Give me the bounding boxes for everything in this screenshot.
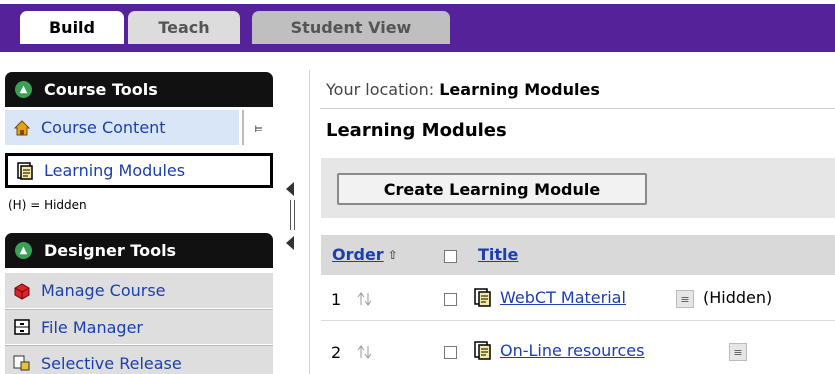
sidebar-item-learning-modules[interactable]: Learning Modules [5,153,273,188]
hidden-legend: (H) = Hidden [8,198,87,212]
sidebar-item-label: Learning Modules [44,161,186,180]
tab-teach[interactable]: Teach [128,11,240,44]
sidebar-item-label: File Manager [41,317,143,337]
breadcrumb-rule [320,108,835,109]
document-icon [16,161,34,180]
tab-student-view[interactable]: Student View [252,11,450,44]
cube-icon [13,282,31,300]
collapse-sidebar-arrow-icon[interactable] [286,182,294,196]
expand-course-content-button[interactable]: ⫢ [242,110,273,145]
sidebar-item-course-content[interactable]: Course Content [5,110,239,145]
order-header-label[interactable]: Order [332,245,384,264]
sidebar-item-label: Course Content [41,118,166,137]
learning-module-link[interactable]: WebCT Material [500,288,626,307]
sidebar-item-file-manager[interactable]: File Manager [5,309,273,344]
create-learning-module-button[interactable]: Create Learning Module [337,173,647,205]
top-white-strip [0,0,835,4]
title-column-header[interactable]: Title [478,245,518,264]
collapse-icon[interactable]: ▲ [15,242,32,259]
document-icon [474,288,492,312]
row-checkbox[interactable] [444,346,457,359]
page-title: Learning Modules [326,120,507,141]
designer-tools-header[interactable]: ▲ Designer Tools [5,233,273,268]
breadcrumb-current: Learning Modules [439,80,600,99]
row-checkbox[interactable] [444,293,457,306]
select-all-checkbox[interactable] [444,250,457,263]
tab-build[interactable]: Build [20,11,124,44]
course-tools-title: Course Tools [44,80,158,99]
course-tools-header[interactable]: ▲ Course Tools [5,72,273,107]
breadcrumb: Your location: Learning Modules [326,80,600,99]
sort-arrow-icon[interactable]: ⇧ [388,248,398,262]
file-manager-icon [13,318,31,336]
sidebar-resize-handle[interactable] [290,200,295,230]
row-status: (Hidden) [703,288,773,307]
designer-tools-title: Designer Tools [44,241,177,260]
row-order-number: 1 [331,290,342,309]
learning-module-link[interactable]: On-Line resources [500,341,644,360]
order-column-header[interactable]: Order ⇧ [332,245,398,264]
reorder-icon[interactable] [355,343,373,361]
house-icon [13,119,31,137]
document-icon [474,341,492,365]
table-header-row [321,235,835,275]
sidebar-item-manage-course[interactable]: Manage Course [5,273,273,308]
main-divider [309,70,310,374]
row-order-number: 2 [331,343,342,362]
sidebar-item-label: Manage Course [41,281,166,300]
breadcrumb-prefix: Your location: [326,80,435,99]
collapse-icon[interactable]: ▲ [15,81,32,98]
sidebar-item-selective-release[interactable]: Selective Release [5,345,273,374]
context-menu-icon[interactable]: ≡ [676,290,694,308]
collapse-sidebar-arrow-icon[interactable] [286,236,294,250]
selective-release-icon [13,354,31,372]
reorder-icon[interactable] [355,290,373,308]
context-menu-icon[interactable]: ≡ [729,343,747,361]
sidebar-item-label: Selective Release [41,354,182,373]
double-chevron-down-icon: ⫢ [254,119,263,136]
